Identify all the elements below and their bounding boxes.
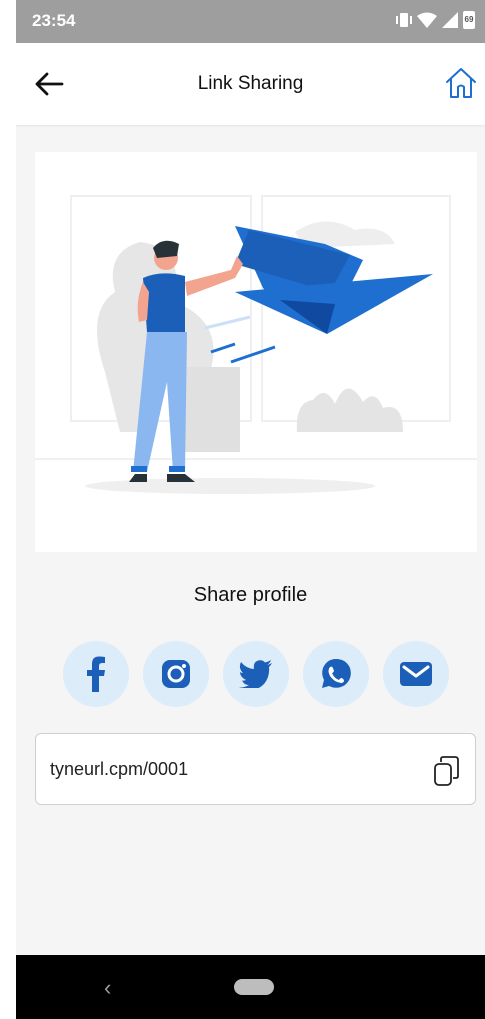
status-time: 23:54 [32,11,76,30]
social-share-row [63,641,449,707]
screen: 23:54 69 Link Sharing Share profile tyne… [16,0,485,1019]
instagram-button[interactable] [143,641,209,707]
facebook-button[interactable] [63,641,129,707]
share-link-text: tyneurl.cpm/0001 [50,759,189,779]
email-icon [400,662,432,686]
system-nav-bar: ‹ [16,955,485,1019]
app-bar: Link Sharing [16,43,485,125]
email-button[interactable] [383,641,449,707]
battery-icon: 69 [463,11,475,29]
instagram-icon [162,660,190,688]
wifi-icon [417,12,437,28]
copy-icon[interactable] [433,756,459,786]
home-icon[interactable] [443,65,479,101]
twitter-button[interactable] [223,641,289,707]
share-link-field[interactable]: tyneurl.cpm/0001 [35,733,476,805]
facebook-icon [87,656,105,692]
status-icons: 69 [395,11,475,29]
vibrate-icon [396,13,412,27]
twitter-icon [239,660,272,688]
nav-back-icon[interactable]: ‹ [104,975,111,1001]
whatsapp-button[interactable] [303,641,369,707]
page-title: Link Sharing [197,73,304,94]
share-profile-label: Share profile [193,584,308,606]
send-message-illustration [35,195,477,494]
nav-home-pill[interactable] [234,979,274,995]
illustration [35,152,477,552]
whatsapp-icon [322,659,351,688]
status-bar: 23:54 69 [16,0,485,43]
signal-icon [442,12,458,28]
battery-level: 69 [464,15,474,24]
